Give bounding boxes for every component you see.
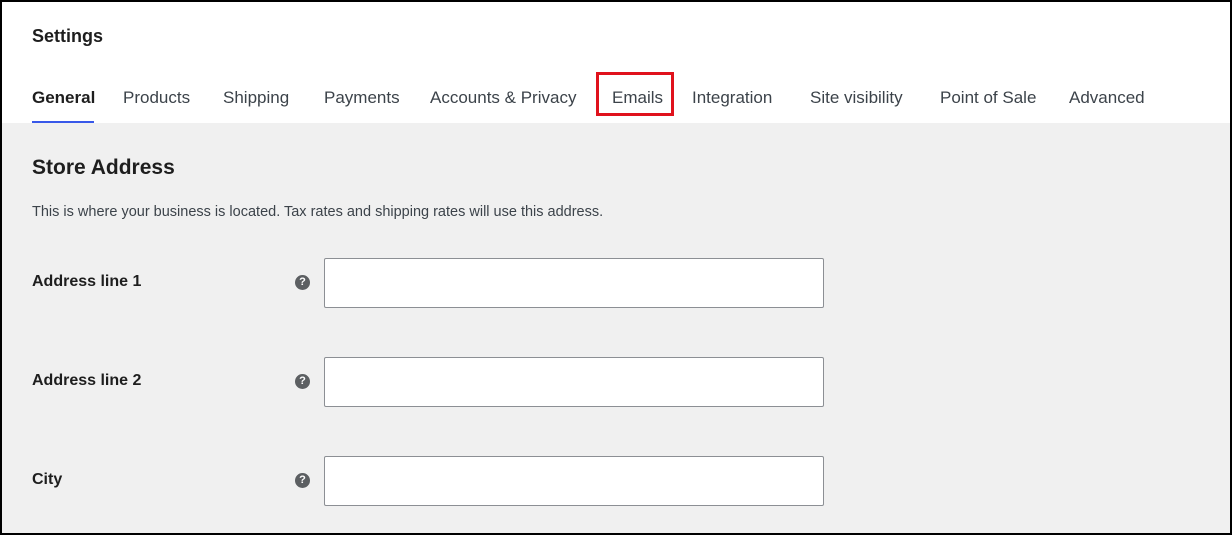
tab-shipping[interactable]: Shipping [223,88,289,108]
active-tab-indicator [32,121,94,123]
section-description: This is where your business is located. … [32,204,604,220]
tab-integration[interactable]: Integration [692,88,772,108]
tab-products[interactable]: Products [123,88,190,108]
address-line-2-input[interactable] [324,357,824,407]
city-label: City [32,471,63,488]
tab-site-visibility[interactable]: Site visibility [810,88,903,108]
address-line-1-label: Address line 1 [32,273,142,290]
address-line-2-label: Address line 2 [32,372,142,389]
emails-tab-highlight [596,72,674,116]
tab-general[interactable]: General [32,88,95,108]
city-input[interactable] [324,456,824,506]
tab-point-of-sale[interactable]: Point of Sale [940,88,1036,108]
settings-window: Settings General Products Shipping Payme… [0,0,1232,535]
tab-advanced[interactable]: Advanced [1069,88,1145,108]
address-line-1-input[interactable] [324,258,824,308]
tab-payments[interactable]: Payments [324,88,400,108]
settings-header: Settings General Products Shipping Payme… [2,2,1230,123]
page-title: Settings [32,26,104,46]
help-icon[interactable]: ? [295,473,310,488]
help-icon[interactable]: ? [295,374,310,389]
help-icon[interactable]: ? [295,275,310,290]
section-title: Store Address [32,156,175,179]
tab-accounts-privacy[interactable]: Accounts & Privacy [430,88,576,108]
